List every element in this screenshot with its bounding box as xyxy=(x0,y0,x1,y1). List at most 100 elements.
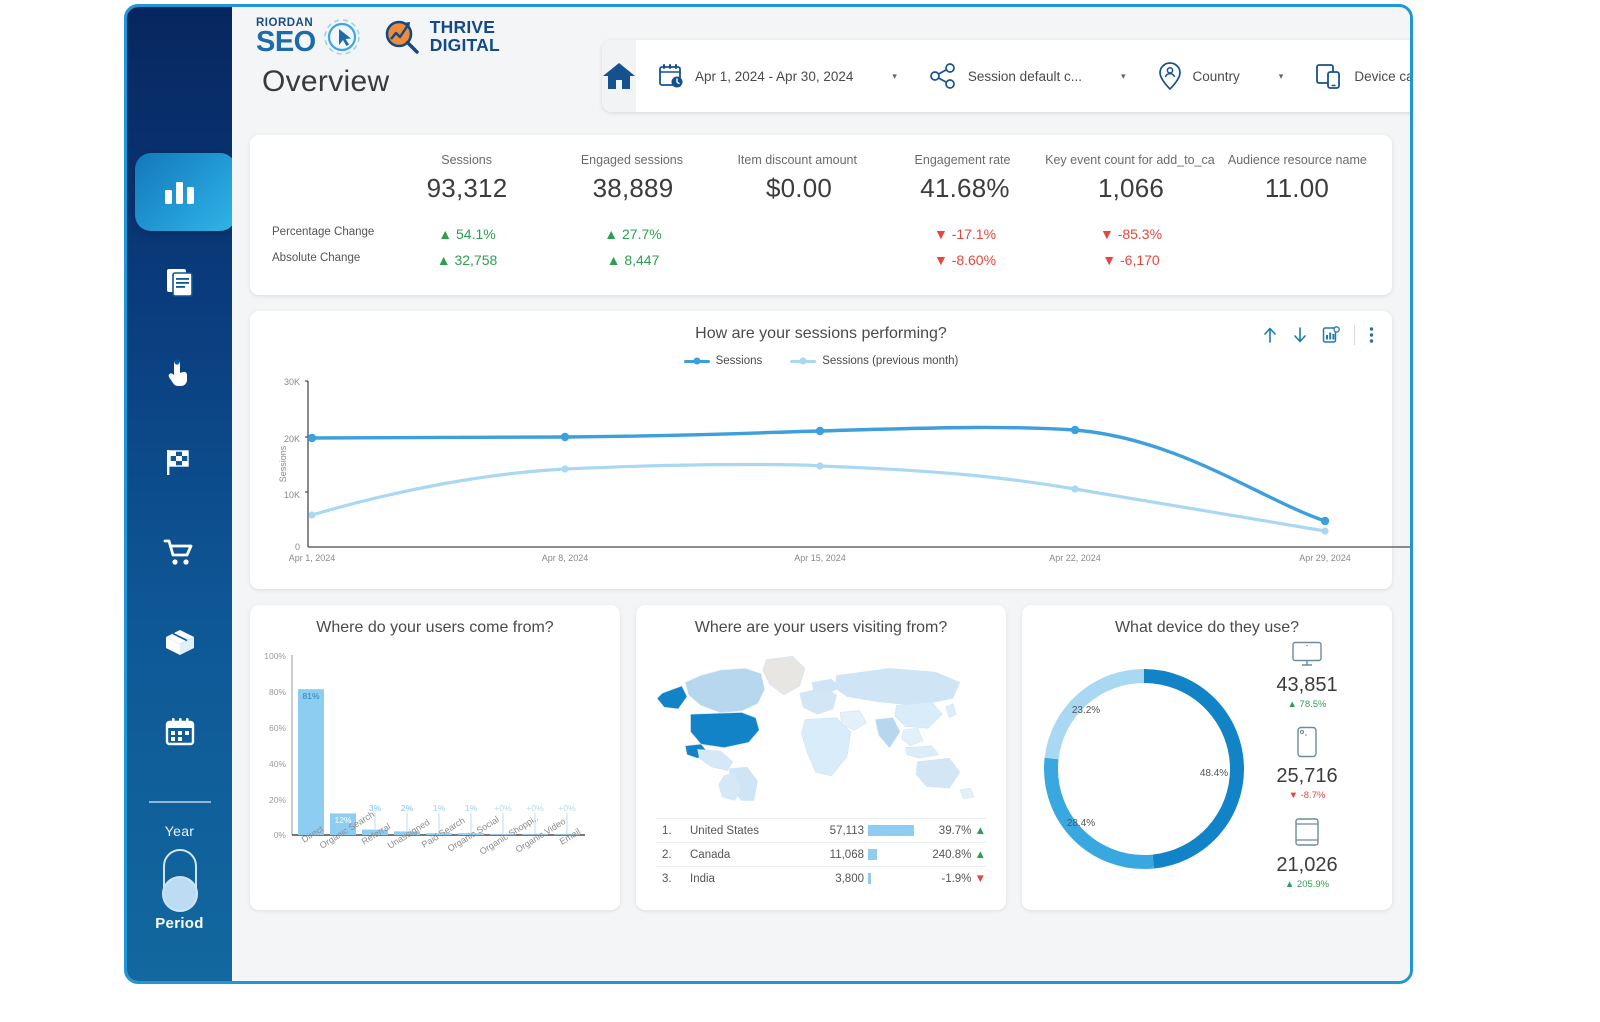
device-mobile-change: ▼ -8.7% xyxy=(1288,790,1326,801)
chart-toolbar xyxy=(1262,325,1374,345)
arrow-up-icon[interactable] xyxy=(1262,326,1278,344)
kpi-row-label-percentage: Percentage Change xyxy=(272,226,375,238)
x-tick-2: Apr 15, 2024 xyxy=(794,553,846,563)
filter-channel-group[interactable]: Session default c... ▾ xyxy=(907,40,1136,112)
geo-change-2: 240.8% ▲ xyxy=(932,848,986,861)
sidebar-item-calendar[interactable] xyxy=(127,687,232,777)
geo-country-2: Canada xyxy=(690,848,731,861)
x-tick-1: Apr 8, 2024 xyxy=(542,553,589,563)
kpi-percentage-change-row: Percentage Change ▲ 54.1% ▲ 27.7% ▼ -17.… xyxy=(262,226,1380,242)
filter-device-category[interactable]: Device category ▾ xyxy=(1293,40,1410,112)
calendar-icon xyxy=(165,718,194,746)
dashboard-window: Year Period RIORDAN SEO THRIVE DIGITAL O… xyxy=(124,4,1413,984)
kpi-title-2: Item discount amount xyxy=(737,153,857,167)
geo-rank-1: 1. xyxy=(662,824,672,837)
kpi-abs-0: ▲ 32,758 xyxy=(436,252,498,268)
device-desktop-value: 43,851 xyxy=(1276,674,1338,696)
legend-item-sessions[interactable]: Sessions xyxy=(683,355,762,367)
brand-seo-text: SEO xyxy=(256,25,316,58)
kpi-pct-3: ▼ -17.1% xyxy=(933,226,997,242)
legend-item-sessions-previous[interactable]: Sessions (previous month) xyxy=(790,355,958,367)
x-tick-4: Apr 29, 2024 xyxy=(1299,553,1351,563)
main-content: RIORDAN SEO THRIVE DIGITAL Overview Apr … xyxy=(232,7,1410,981)
table-row[interactable]: 1. United States 57,113 39.7% ▲ xyxy=(656,818,986,842)
geo-bar-wrap-2 xyxy=(868,849,914,860)
geo-country-1: United States xyxy=(690,824,760,837)
table-row[interactable]: 2. Canada 11,068 240.8% ▲ xyxy=(656,842,986,866)
bar-direct xyxy=(298,689,324,835)
geo-table: 1. United States 57,113 39.7% ▲ 2. Canad… xyxy=(656,818,986,890)
x-label-email: Email xyxy=(558,826,582,846)
sidebar-item-pages[interactable] xyxy=(127,237,232,327)
kpi-value-4: 1,066 xyxy=(1097,173,1165,203)
filter-date-range-label: Apr 1, 2024 - Apr 30, 2024 xyxy=(695,68,854,84)
sidebar-divider xyxy=(148,801,211,803)
filter-country[interactable]: Country ▾ xyxy=(1136,40,1294,112)
thrive-line-2: DIGITAL xyxy=(429,35,500,55)
chevron-down-icon[interactable]: ▾ xyxy=(892,71,897,82)
geo-panel-title: Where are your users visiting from? xyxy=(694,619,948,636)
device-desktop-change: ▲ 78.5% xyxy=(1287,699,1327,710)
chevron-down-icon[interactable]: ▾ xyxy=(1121,71,1126,82)
device-mobile-value: 25,716 xyxy=(1276,765,1338,787)
traffic-sources-bar-chart: 100% 80% 60% 40% 20% 0% 81% 12% 3% 2% 1%… xyxy=(264,651,585,857)
sidebar: Year Period xyxy=(127,7,236,981)
world-map[interactable] xyxy=(636,643,988,803)
y-tick-20k: 20K xyxy=(284,434,300,444)
kpi-value-1: 38,889 xyxy=(592,173,674,203)
device-panel: What device do they use? 48.4% 28.4% 23.… xyxy=(1022,605,1392,910)
chart-export-icon[interactable] xyxy=(1322,326,1340,344)
y-tick-30k: 30K xyxy=(284,377,300,387)
y-axis-title: Sessions xyxy=(278,445,288,482)
y-tick-100: 100% xyxy=(264,651,286,661)
device-panel-title: What device do they use? xyxy=(1114,619,1300,636)
kpi-abs-1: ▲ 8,447 xyxy=(606,252,660,268)
geo-change-3: -1.9% ▼ xyxy=(941,872,986,885)
more-vertical-icon[interactable] xyxy=(1369,326,1374,344)
sidebar-item-overview[interactable] xyxy=(127,147,236,237)
desktop-icon xyxy=(1292,641,1322,666)
donut-label-mobile: 28.4% xyxy=(1067,818,1095,829)
kpi-value-2: $0.00 xyxy=(765,173,833,203)
kpi-title-0: Sessions xyxy=(441,153,492,167)
device-tablet-value: 21,026 xyxy=(1276,854,1338,876)
header: RIORDAN SEO THRIVE DIGITAL Overview Apr … xyxy=(250,7,1410,135)
toggle-knob[interactable] xyxy=(161,876,198,912)
geo-panel: Where are your users visiting from? 1. U… xyxy=(636,605,1006,910)
thrive-digital-logo: THRIVE DIGITAL xyxy=(429,18,500,55)
device-metrics-list: 43,851 ▲ 78.5% 25,716 ▼ -8.7% 21,026 ▲ 2… xyxy=(1252,641,1362,906)
kpi-values-row: 93,312 38,889 $0.00 41.68% 1,066 11.00 xyxy=(262,167,1380,204)
geo-bar-wrap-1 xyxy=(868,825,914,836)
kpi-title-1: Engaged sessions xyxy=(580,153,683,167)
home-button[interactable] xyxy=(602,40,636,112)
device-mobile-block: 25,716 ▼ -8.7% xyxy=(1252,726,1362,801)
sidebar-item-ecommerce[interactable] xyxy=(127,507,232,597)
period-year-toggle[interactable] xyxy=(161,849,198,912)
device-donut-chart: 48.4% 28.4% 23.2% xyxy=(1044,669,1244,869)
pages-document-icon xyxy=(166,269,193,297)
geo-bar-wrap-3 xyxy=(868,873,914,884)
geo-change-1: 39.7% ▲ xyxy=(938,824,986,837)
filter-date-range[interactable]: Apr 1, 2024 - Apr 30, 2024 ▾ xyxy=(636,40,907,112)
filter-bar: Apr 1, 2024 - Apr 30, 2024 ▾ Session def… xyxy=(602,40,1410,112)
donut-label-desktop: 48.4% xyxy=(1200,768,1228,779)
chevron-down-icon[interactable]: ▾ xyxy=(1279,71,1284,82)
y-tick-40: 40% xyxy=(269,759,286,769)
bar-label-unassigned: 2% xyxy=(401,803,414,813)
traffic-sources-panel: Where do your users come from? 100% 80% … xyxy=(250,605,620,910)
x-tick-0: Apr 1, 2024 xyxy=(289,553,336,563)
calendar-clock-icon xyxy=(659,64,683,88)
donut-label-tablet: 23.2% xyxy=(1072,705,1100,716)
legend-swatch-previous xyxy=(790,359,817,363)
bar-label-direct: 81% xyxy=(302,691,319,701)
sidebar-item-events[interactable] xyxy=(127,327,232,417)
table-row[interactable]: 3. India 3,800 -1.9% ▼ xyxy=(656,866,986,890)
sidebar-item-products[interactable] xyxy=(127,597,232,687)
sidebar-item-conversions[interactable] xyxy=(127,417,232,507)
kpi-abs-3: ▼ -8.60% xyxy=(933,252,997,268)
kpi-value-5: 11.00 xyxy=(1264,173,1330,203)
thrive-magnifier-icon xyxy=(385,20,419,54)
kpi-absolute-change-row: Absolute Change ▲ 32,758 ▲ 8,447 ▼ -8.60… xyxy=(262,252,1380,268)
bar-chart-icon xyxy=(164,182,194,204)
arrow-down-icon[interactable] xyxy=(1292,326,1308,344)
